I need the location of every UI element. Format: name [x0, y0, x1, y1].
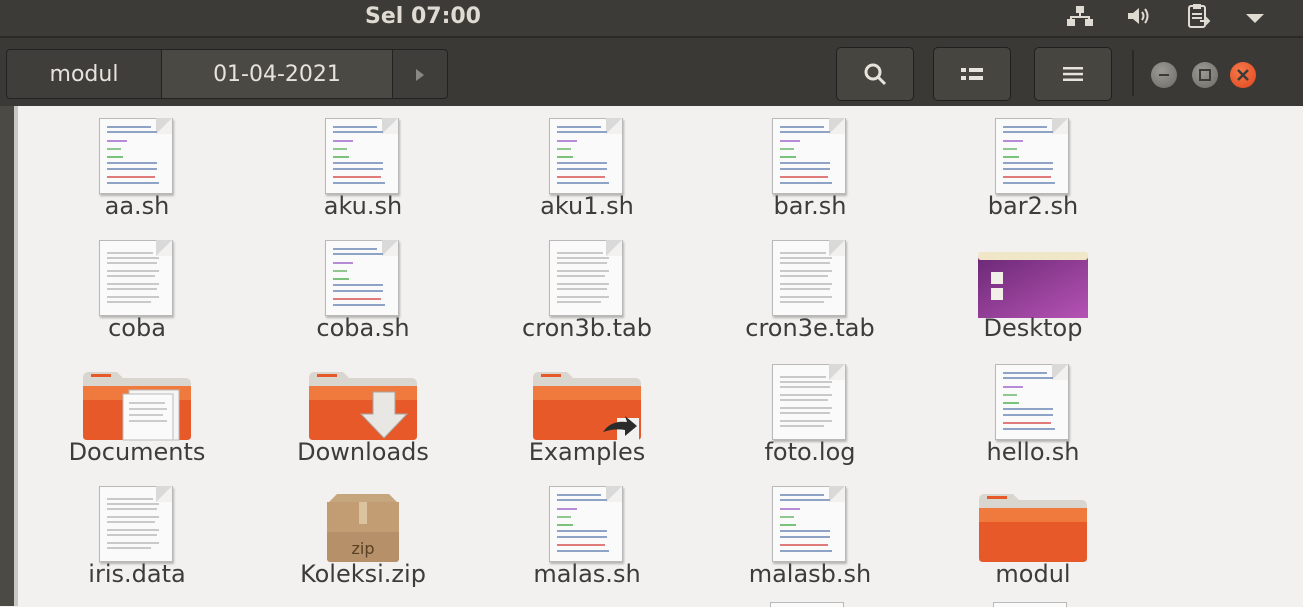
file-item[interactable]: coba — [24, 228, 250, 352]
examples-folder-icon — [474, 360, 700, 442]
minimize-button[interactable] — [1151, 62, 1177, 88]
file-item[interactable]: aku.sh — [250, 106, 476, 230]
file-name: hello.sh — [986, 438, 1080, 466]
top-panel: Sel 07:00 — [0, 0, 1303, 36]
separator — [1132, 50, 1134, 96]
view-toggle-button[interactable] — [933, 47, 1011, 101]
file-name: iris.data — [88, 560, 186, 588]
downloads-folder-icon — [250, 360, 476, 442]
file-name: cron3b.tab — [522, 314, 652, 342]
list-view-icon — [961, 68, 983, 80]
minimize-icon — [1159, 74, 1169, 76]
file-name: cron3e.tab — [745, 314, 875, 342]
file-grid: aa.sh aku.sh aku1.sh bar.sh bar2.sh coba… — [18, 106, 1303, 607]
file-name: bar2.sh — [987, 192, 1079, 220]
shell-script-icon — [250, 114, 476, 196]
file-name: modul — [995, 560, 1071, 588]
breadcrumb-date-folder[interactable]: 01-04-2021 — [161, 49, 393, 99]
close-icon — [1237, 69, 1249, 81]
folder-item[interactable]: Examples — [474, 352, 700, 476]
text-file-icon — [697, 236, 923, 318]
chevron-right-icon — [416, 69, 424, 81]
breadcrumb-modul[interactable]: modul — [6, 49, 162, 99]
shell-script-icon — [697, 482, 923, 564]
file-name: malas.sh — [533, 560, 641, 588]
folder-item[interactable]: Desktop — [920, 228, 1146, 352]
folder-item[interactable]: Downloads — [250, 352, 476, 476]
breadcrumb-forward-button[interactable] — [392, 49, 448, 99]
maximize-icon — [1199, 69, 1211, 81]
folder-item[interactable]: Documents — [24, 352, 250, 476]
file-item[interactable]: zip Koleksi.zip — [250, 474, 476, 598]
system-tray — [1067, 0, 1265, 36]
file-name: aku1.sh — [540, 192, 634, 220]
file-item[interactable]: malasb.sh — [697, 474, 923, 598]
shell-script-icon — [474, 482, 700, 564]
shell-script-icon — [920, 114, 1146, 196]
file-item[interactable]: aku1.sh — [474, 106, 700, 230]
file-name: Documents — [68, 438, 206, 466]
file-item[interactable]: foto.log — [697, 352, 923, 476]
search-button[interactable] — [836, 47, 914, 101]
file-item[interactable]: iris.data — [24, 474, 250, 598]
zip-archive-icon: zip — [250, 482, 476, 564]
file-name: aa.sh — [104, 192, 170, 220]
partial-file-icon — [993, 602, 1067, 607]
file-item[interactable]: cron3b.tab — [474, 228, 700, 352]
close-button[interactable] — [1230, 62, 1256, 88]
file-name: coba — [108, 314, 166, 342]
shell-script-icon — [24, 114, 250, 196]
header-bar: modul 01-04-2021 — [0, 36, 1303, 106]
file-item[interactable]: hello.sh — [920, 352, 1146, 476]
file-item[interactable]: coba.sh — [250, 228, 476, 352]
hamburger-menu-icon — [1063, 67, 1083, 81]
maximize-button[interactable] — [1192, 62, 1218, 88]
file-name: coba.sh — [316, 314, 410, 342]
network-icon[interactable] — [1067, 5, 1093, 31]
file-item[interactable]: cron3e.tab — [697, 228, 923, 352]
file-name: foto.log — [764, 438, 856, 466]
file-item[interactable]: bar2.sh — [920, 106, 1146, 230]
svg-text:zip: zip — [352, 539, 375, 558]
shell-script-icon — [250, 236, 476, 318]
shell-script-icon — [697, 114, 923, 196]
file-name: Examples — [528, 438, 646, 466]
file-name: Desktop — [983, 314, 1083, 342]
menu-button[interactable] — [1034, 47, 1112, 101]
partial-file-icon — [770, 602, 844, 607]
file-name: bar.sh — [773, 192, 847, 220]
text-file-icon — [474, 236, 700, 318]
file-item[interactable]: aa.sh — [24, 106, 250, 230]
clipboard-icon[interactable] — [1187, 3, 1211, 33]
file-name: Downloads — [297, 438, 429, 466]
clock[interactable]: Sel 07:00 — [0, 0, 846, 36]
file-name: Koleksi.zip — [300, 560, 426, 588]
shell-script-icon — [474, 114, 700, 196]
documents-folder-icon — [24, 360, 250, 442]
file-item[interactable]: malas.sh — [474, 474, 700, 598]
chevron-down-icon[interactable] — [1245, 9, 1265, 28]
file-item[interactable]: bar.sh — [697, 106, 923, 230]
text-file-icon — [697, 360, 923, 442]
sidebar-edge — [0, 106, 14, 606]
search-icon — [864, 63, 887, 86]
folder-icon — [920, 482, 1146, 564]
shell-script-icon — [920, 360, 1146, 442]
folder-item[interactable]: modul — [920, 474, 1146, 598]
volume-icon[interactable] — [1127, 5, 1153, 31]
text-file-icon — [24, 236, 250, 318]
file-name: malasb.sh — [748, 560, 872, 588]
file-name: aku.sh — [323, 192, 403, 220]
text-file-icon — [24, 482, 250, 564]
desktop-folder-icon — [920, 236, 1146, 318]
